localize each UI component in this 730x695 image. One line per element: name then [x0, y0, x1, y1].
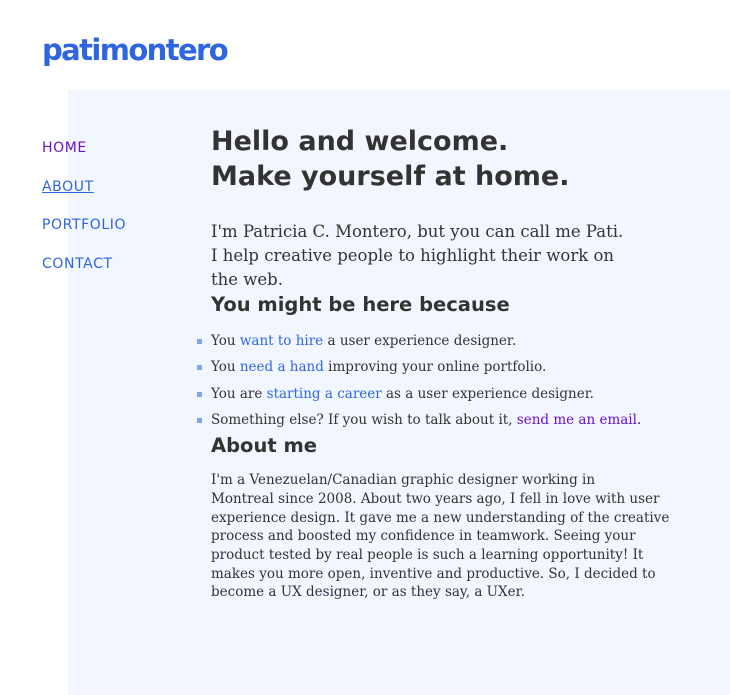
reasons-list: You want to hire a user experience desig… [197, 328, 641, 433]
send-email-link[interactable]: send me an email [517, 412, 637, 428]
square-bullet-icon [197, 391, 202, 397]
reason-item: Something else? If you wish to talk abou… [197, 407, 641, 433]
nav-item-contact: CONTACT [42, 253, 126, 292]
starting-a-career-link[interactable]: starting a career [267, 386, 382, 402]
main-content: Hello and welcome. Make yourself at home… [197, 124, 670, 602]
reason-text: as a user experience designer. [381, 385, 594, 402]
about-line: process and boosted my confidence in tea… [211, 528, 636, 545]
reason-item: You need a hand improving your online po… [197, 354, 631, 380]
page-headline: Hello and welcome. Make yourself at home… [211, 124, 631, 194]
square-bullet-icon [197, 339, 202, 344]
square-bullet-icon [197, 417, 202, 423]
about-line: makes you more open, inventive and produ… [211, 565, 656, 582]
want-to-hire-link[interactable]: want to hire [240, 333, 323, 349]
nav-link-about[interactable]: ABOUT [42, 179, 94, 195]
reasons-heading: You might be here because [211, 293, 510, 316]
main-nav: HOME ABOUT PORTFOLIO CONTACT [42, 137, 126, 291]
reason-text: Something else? If you wish to talk abou… [211, 411, 517, 428]
nav-item-portfolio: PORTFOLIO [42, 214, 126, 253]
headline-line-1: Hello and welcome. [211, 126, 509, 157]
nav-link-portfolio[interactable]: PORTFOLIO [42, 217, 126, 233]
reason-item: You want to hire a user experience desig… [197, 328, 631, 354]
nav-link-contact[interactable]: CONTACT [42, 256, 113, 272]
about-line: become a UX designer, or as they say, a … [211, 584, 525, 601]
square-bullet-icon [197, 365, 202, 371]
about-line: product tested by real people is such a … [211, 547, 644, 563]
intro-line: the web. [211, 270, 283, 289]
headline-line-2: Make yourself at home. [211, 161, 570, 192]
reason-text: You are [211, 385, 267, 402]
need-a-hand-link[interactable]: need a hand [240, 359, 324, 375]
reason-text: You [211, 333, 240, 349]
about-line: experience design. It gave me a new unde… [211, 509, 670, 526]
intro-line: I help creative people to highlight thei… [211, 246, 615, 265]
about-paragraph: I'm a Venezuelan/Canadian graphic design… [211, 471, 670, 602]
intro-line: I'm Patricia C. Montero, but you can cal… [211, 222, 624, 241]
intro-paragraph: I'm Patricia C. Montero, but you can cal… [211, 220, 631, 292]
nav-link-home[interactable]: HOME [42, 140, 87, 156]
about-line: I'm a Venezuelan/Canadian graphic design… [211, 472, 596, 489]
about-line: Montreal since 2008. About two years ago… [211, 490, 660, 507]
nav-item-about: ABOUT [42, 176, 126, 215]
site-logo[interactable]: patimontero [42, 30, 229, 70]
reason-text: improving your online portfolio. [323, 359, 547, 376]
reason-item: You are starting a career as a user expe… [197, 381, 631, 407]
reason-text: a user experience designer. [323, 333, 517, 349]
reason-text: You [211, 359, 240, 376]
about-heading: About me [211, 434, 317, 458]
nav-item-home: HOME [42, 137, 126, 176]
reason-text: . [636, 411, 642, 428]
